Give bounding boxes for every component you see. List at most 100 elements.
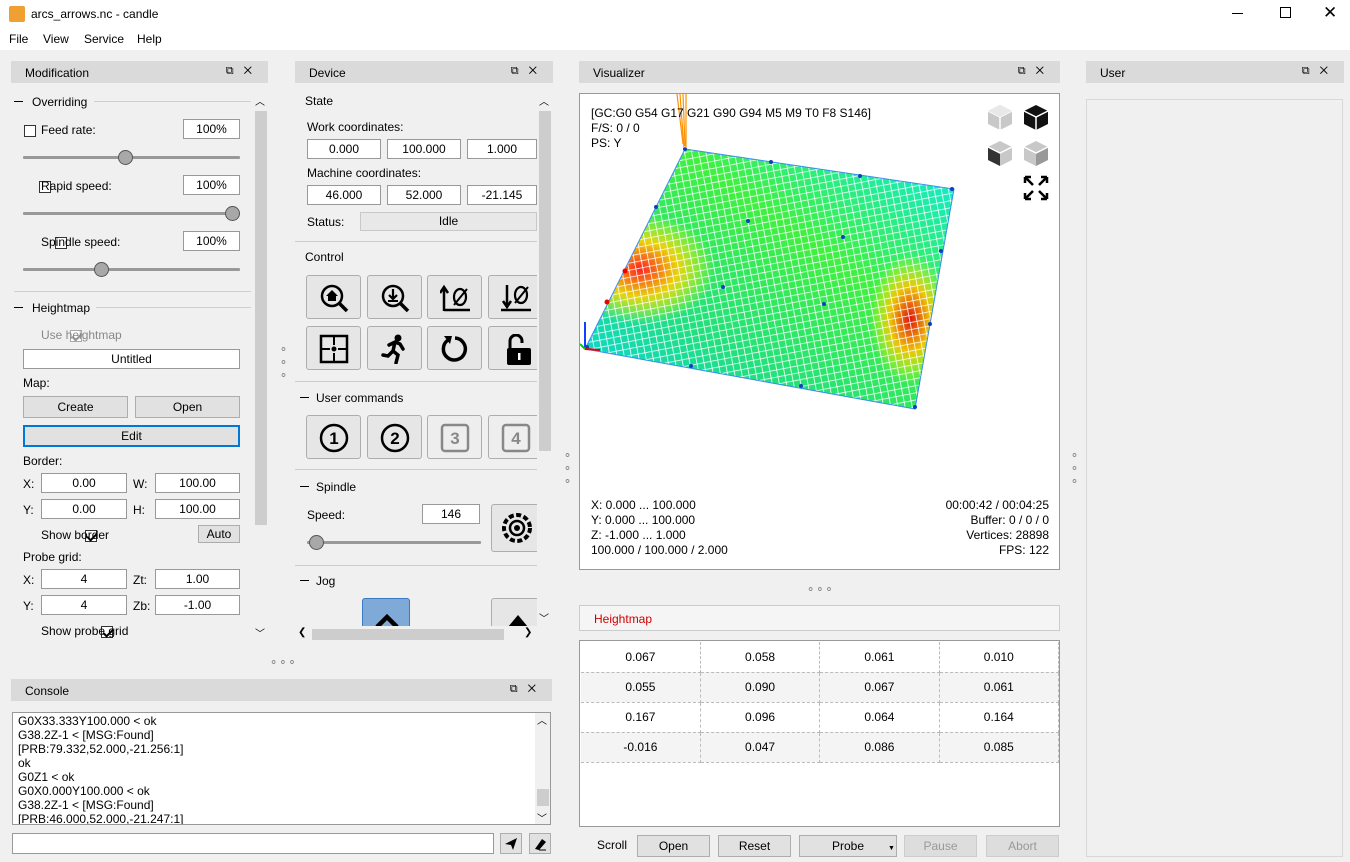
- probe-zb-input[interactable]: -1.00: [155, 595, 240, 615]
- view-left-icon[interactable]: [1021, 138, 1051, 168]
- jog-y-plus-button[interactable]: [362, 598, 410, 626]
- chevron-up-icon[interactable]: ︿: [255, 93, 265, 108]
- visualizer-canvas[interactable]: [GC:G0 G54 G17 G21 G90 G94 M5 M9 T0 F8 S…: [579, 93, 1060, 570]
- reset-table-button[interactable]: Reset: [718, 835, 791, 857]
- feed-rate-slider-handle[interactable]: [118, 150, 133, 165]
- zero-z-button[interactable]: [488, 275, 537, 319]
- menu-help[interactable]: Help: [137, 32, 162, 46]
- splitter-handle-icon[interactable]: ⚬⚬⚬: [269, 656, 297, 669]
- collapse-icon[interactable]: [300, 397, 309, 398]
- scrollbar-thumb[interactable]: [539, 111, 551, 451]
- table-cell[interactable]: 0.090: [700, 672, 819, 702]
- scrollbar-thumb[interactable]: [312, 629, 504, 640]
- dock-float-close-icon[interactable]: ⧉✕: [511, 65, 547, 78]
- table-cell[interactable]: 0.167: [581, 702, 700, 732]
- scrollbar-thumb[interactable]: [255, 111, 267, 525]
- pause-button[interactable]: Pause: [904, 835, 977, 857]
- table-cell[interactable]: 0.058: [700, 642, 819, 672]
- feed-rate-input[interactable]: 100%: [183, 119, 240, 139]
- chevron-down-icon[interactable]: ﹀: [537, 810, 547, 825]
- heightmap-table[interactable]: 0.0670.0580.0610.0100.0550.0900.0670.061…: [581, 642, 1059, 763]
- table-cell[interactable]: 0.061: [939, 672, 1058, 702]
- table-cell[interactable]: -0.016: [581, 732, 700, 762]
- table-cell[interactable]: 0.047: [700, 732, 819, 762]
- chevron-down-icon[interactable]: ﹀: [255, 625, 265, 640]
- spindle-speed-field[interactable]: 146: [422, 504, 480, 524]
- rapid-speed-input[interactable]: 100%: [183, 175, 240, 195]
- modification-scrollbar[interactable]: ︿ ﹀: [253, 94, 267, 640]
- table-cell[interactable]: 0.096: [700, 702, 819, 732]
- probe-y-input[interactable]: 4: [41, 595, 127, 615]
- device-scrollbar[interactable]: ︿ ﹀: [537, 94, 551, 626]
- reset-button[interactable]: [427, 326, 482, 370]
- table-cell[interactable]: 0.010: [939, 642, 1058, 672]
- border-x-input[interactable]: 0.00: [41, 473, 127, 493]
- table-cell[interactable]: 0.067: [820, 672, 939, 702]
- table-cell[interactable]: 0.055: [581, 672, 700, 702]
- device-hscrollbar[interactable]: ❮ ❯: [295, 626, 537, 642]
- probe-zt-input[interactable]: 1.00: [155, 569, 240, 589]
- restore-origin-button[interactable]: [306, 326, 361, 370]
- dock-float-close-icon[interactable]: ⧉✕: [510, 683, 546, 696]
- maximize-icon[interactable]: [1280, 7, 1291, 18]
- chevron-up-icon[interactable]: ︿: [539, 93, 549, 108]
- probe-button[interactable]: Probe: [799, 835, 897, 857]
- view-top-icon[interactable]: [1021, 102, 1051, 132]
- splitter-handle-icon[interactable]: ⚬⚬⚬: [806, 583, 834, 596]
- clear-button[interactable]: [529, 833, 551, 854]
- fit-view-icon[interactable]: [1022, 174, 1050, 202]
- chevron-down-icon[interactable]: ﹀: [539, 610, 549, 625]
- spindle-slider-handle[interactable]: [309, 535, 324, 550]
- table-cell[interactable]: 0.164: [939, 702, 1058, 732]
- open-heightmap-button[interactable]: Open: [135, 396, 240, 418]
- command-input[interactable]: [12, 833, 494, 854]
- collapse-icon[interactable]: [14, 307, 23, 308]
- open-button[interactable]: Open: [637, 835, 710, 857]
- splitter-handle-icon[interactable]: ⚬⚬⚬: [561, 449, 574, 488]
- unlock-button[interactable]: [488, 326, 537, 370]
- abort-button[interactable]: Abort: [986, 835, 1059, 857]
- spindle-toggle-button[interactable]: [491, 504, 537, 552]
- chevron-left-icon[interactable]: ❮: [298, 627, 306, 638]
- create-button[interactable]: Create: [23, 396, 128, 418]
- chevron-up-icon[interactable]: ︿: [537, 712, 547, 727]
- menu-service[interactable]: Service: [84, 32, 124, 46]
- safe-position-button[interactable]: [367, 326, 422, 370]
- heightmap-name-field[interactable]: Untitled: [23, 349, 240, 369]
- collapse-icon[interactable]: [14, 101, 23, 102]
- border-w-input[interactable]: 100.00: [155, 473, 240, 493]
- splitter-handle-icon[interactable]: ⚬⚬⚬: [1068, 449, 1081, 488]
- table-cell[interactable]: 0.086: [820, 732, 939, 762]
- table-cell[interactable]: 0.061: [820, 642, 939, 672]
- edit-button[interactable]: Edit: [23, 425, 240, 447]
- user-command-1-button[interactable]: 1: [306, 415, 361, 459]
- auto-button[interactable]: Auto: [198, 525, 240, 543]
- scrollbar-thumb[interactable]: [537, 789, 549, 806]
- menu-file[interactable]: File: [9, 32, 28, 46]
- view-iso-icon[interactable]: [985, 102, 1015, 132]
- table-cell[interactable]: 0.067: [581, 642, 700, 672]
- border-y-input[interactable]: 0.00: [41, 499, 127, 519]
- rapid-speed-slider-handle[interactable]: [225, 206, 240, 221]
- user-command-2-button[interactable]: 2: [367, 415, 422, 459]
- console-scrollbar[interactable]: ︿ ﹀: [535, 713, 550, 824]
- splitter-handle-icon[interactable]: ⚬⚬⚬: [277, 343, 290, 382]
- spindle-speed-input[interactable]: 100%: [183, 231, 240, 251]
- zero-xy-button[interactable]: [427, 275, 482, 319]
- feed-rate-checkbox[interactable]: [24, 125, 36, 137]
- console-output[interactable]: G0X33.333Y100.000 < okG38.2Z-1 < [MSG:Fo…: [12, 712, 551, 825]
- dock-float-close-icon[interactable]: ⧉✕: [226, 65, 262, 78]
- table-cell[interactable]: 0.064: [820, 702, 939, 732]
- send-button[interactable]: [500, 833, 522, 854]
- collapse-icon[interactable]: [300, 486, 309, 487]
- view-front-icon[interactable]: [985, 138, 1015, 168]
- close-icon[interactable]: ✕: [1323, 3, 1337, 23]
- jog-z-plus-button[interactable]: [491, 598, 537, 626]
- probe-z-button[interactable]: [367, 275, 422, 319]
- home-button[interactable]: [306, 275, 361, 319]
- spindle-speed-slider-handle[interactable]: [94, 262, 109, 277]
- menu-view[interactable]: View: [43, 32, 69, 46]
- collapse-icon[interactable]: [300, 580, 309, 581]
- dock-float-close-icon[interactable]: ⧉✕: [1018, 65, 1054, 78]
- border-h-input[interactable]: 100.00: [155, 499, 240, 519]
